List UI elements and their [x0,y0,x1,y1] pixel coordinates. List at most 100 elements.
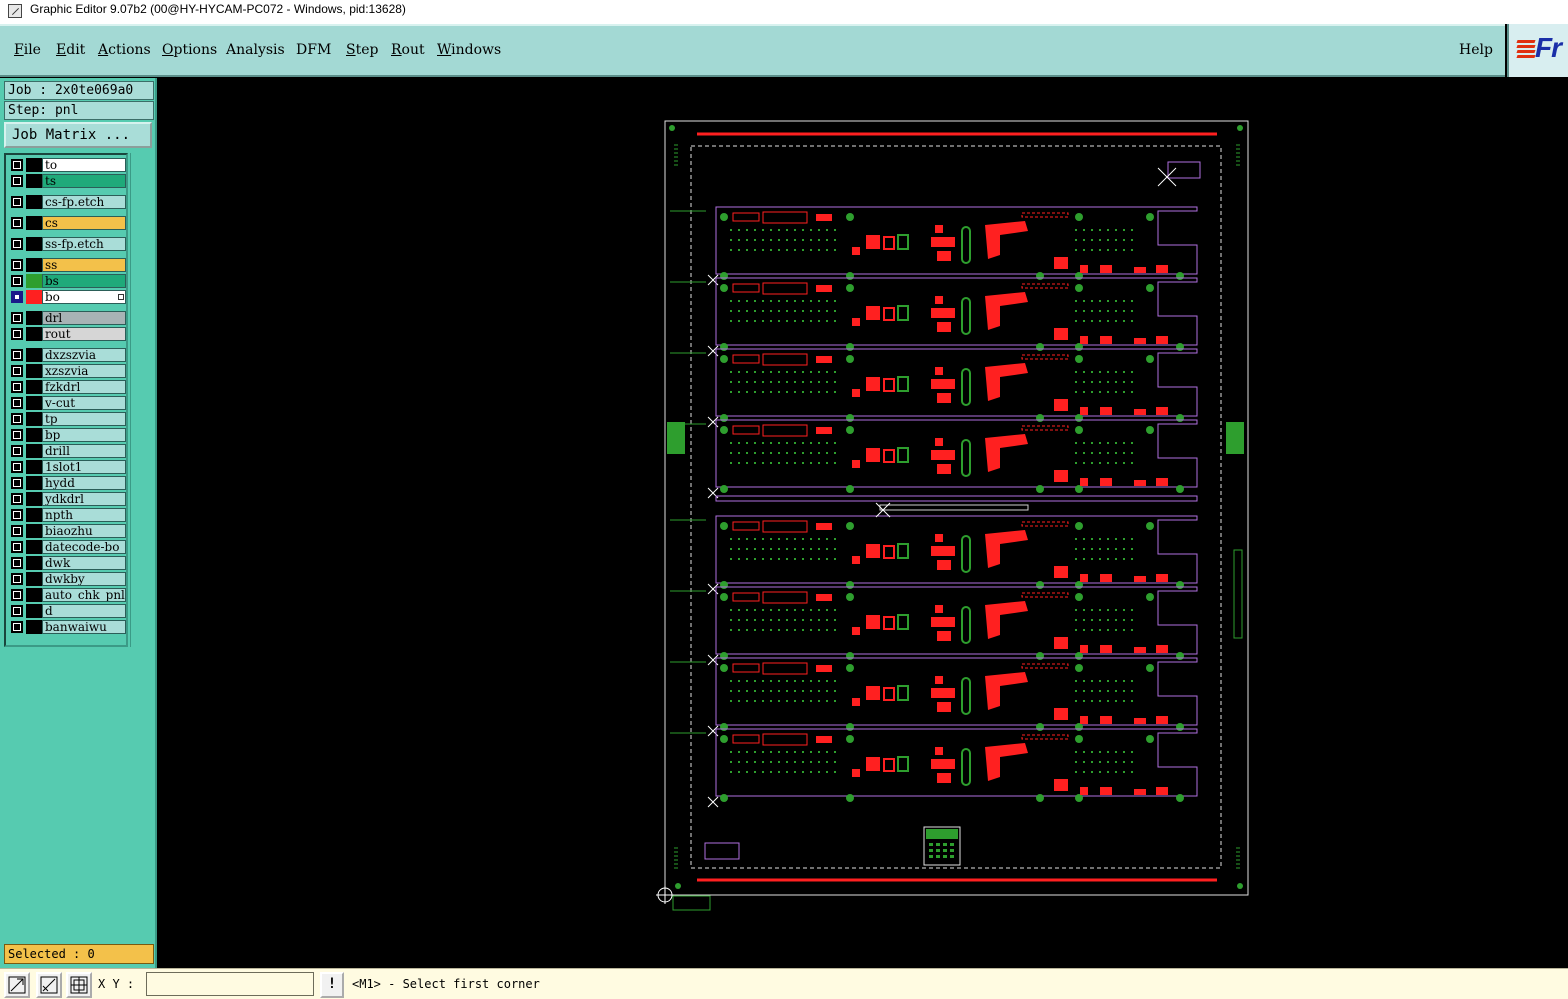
layer-row-datecode-bo[interactable]: datecode-bo [8,540,126,554]
layer-checkbox[interactable] [11,196,23,208]
layer-color-swatch[interactable] [26,311,42,325]
layer-name[interactable]: auto_chk_pnl [42,588,126,602]
layer-name[interactable]: cs-fp.etch [42,195,126,209]
layer-row-banwaiwu[interactable]: banwaiwu [8,620,126,634]
layer-checkbox[interactable] [11,605,23,617]
layer-color-swatch[interactable] [26,364,42,378]
measure-tool-button[interactable] [36,972,62,998]
layer-name[interactable]: ts [42,174,126,188]
layer-checkbox[interactable] [11,621,23,633]
layer-row-to[interactable]: to [8,158,126,172]
layer-checkbox[interactable] [11,429,23,441]
layer-name[interactable]: d [42,604,126,618]
menu-analysis[interactable]: Analysis [226,42,285,58]
layer-color-swatch[interactable] [26,237,42,251]
layer-row-bo[interactable]: bo [8,290,126,304]
layer-name[interactable]: bo [42,290,126,304]
layer-checkbox[interactable] [11,275,23,287]
menu-options[interactable]: Options [162,42,217,58]
layer-name[interactable]: npth [42,508,126,522]
layer-name[interactable]: dwk [42,556,126,570]
layer-color-swatch[interactable] [26,540,42,554]
layer-checkbox[interactable] [11,589,23,601]
layer-row-cs-fp.etch[interactable]: cs-fp.etch [8,195,126,209]
layer-name[interactable]: drill [42,444,126,458]
layer-color-swatch[interactable] [26,492,42,506]
layer-name[interactable]: rout [42,327,126,341]
layer-color-swatch[interactable] [26,348,42,362]
layer-name[interactable]: tp [42,412,126,426]
layer-checkbox[interactable] [11,413,23,425]
layer-color-swatch[interactable] [26,572,42,586]
layer-color-swatch[interactable] [26,604,42,618]
layer-row-rout[interactable]: rout [8,327,126,341]
layer-row-ts[interactable]: ts [8,174,126,188]
layer-checkbox[interactable] [11,238,23,250]
layer-row-ss-fp.etch[interactable]: ss-fp.etch [8,237,126,251]
layer-color-swatch[interactable] [26,195,42,209]
layer-row-ydkdrl[interactable]: ydkdrl [8,492,126,506]
menu-rout[interactable]: Rout [391,42,425,58]
graphic-canvas[interactable] [157,78,1568,968]
layer-name[interactable]: drl [42,311,126,325]
layer-color-swatch[interactable] [26,158,42,172]
layer-checkbox[interactable] [11,312,23,324]
layer-checkbox[interactable] [11,525,23,537]
layer-name[interactable]: banwaiwu [42,620,126,634]
layer-checkbox[interactable] [11,175,23,187]
layer-color-swatch[interactable] [26,588,42,602]
layer-name[interactable]: dwkby [42,572,126,586]
layer-color-swatch[interactable] [26,380,42,394]
layer-checkbox[interactable] [11,541,23,553]
layer-color-swatch[interactable] [26,327,42,341]
layer-row-auto_chk_pnl[interactable]: auto_chk_pnl [8,588,126,602]
layer-row-dwkby[interactable]: dwkby [8,572,126,586]
layer-color-swatch[interactable] [26,460,42,474]
layer-color-swatch[interactable] [26,216,42,230]
layer-checkbox[interactable] [11,159,23,171]
layer-row-cs[interactable]: cs [8,216,126,230]
layer-checkbox[interactable] [11,349,23,361]
layer-checkbox[interactable] [11,291,23,303]
layer-row-drill[interactable]: drill [8,444,126,458]
menu-edit[interactable]: Edit [56,42,85,58]
layer-name[interactable]: v-cut [42,396,126,410]
layer-checkbox[interactable] [11,573,23,585]
layer-color-swatch[interactable] [26,476,42,490]
layer-color-swatch[interactable] [26,556,42,570]
layer-color-swatch[interactable] [26,444,42,458]
layer-color-swatch[interactable] [26,174,42,188]
menu-actions[interactable]: Actions [98,42,151,58]
layer-checkbox[interactable] [11,381,23,393]
layer-row-ss[interactable]: ss [8,258,126,272]
layer-checkbox[interactable] [11,397,23,409]
layer-row-dxzszvia[interactable]: dxzszvia [8,348,126,362]
layer-name[interactable]: hydd [42,476,126,490]
layer-row-d[interactable]: d [8,604,126,618]
job-matrix-button[interactable]: Job Matrix ... [4,122,152,148]
xy-coordinate-input[interactable] [146,972,314,996]
layer-row-drl[interactable]: drl [8,311,126,325]
layer-name[interactable]: biaozhu [42,524,126,538]
layer-checkbox[interactable] [11,461,23,473]
layer-name[interactable]: ydkdrl [42,492,126,506]
layer-row-v-cut[interactable]: v-cut [8,396,126,410]
layer-name[interactable]: dxzszvia [42,348,126,362]
layer-name[interactable]: bs [42,274,126,288]
exclamation-button[interactable]: ! [320,972,344,998]
layer-row-bs[interactable]: bs [8,274,126,288]
menu-dfm[interactable]: DFM [296,42,331,58]
layer-row-tp[interactable]: tp [8,412,126,426]
layer-color-swatch[interactable] [26,620,42,634]
layer-row-fzkdrl[interactable]: fzkdrl [8,380,126,394]
layer-checkbox[interactable] [11,217,23,229]
layer-color-swatch[interactable] [26,412,42,426]
layer-row-xzszvia[interactable]: xzszvia [8,364,126,378]
layer-row-bp[interactable]: bp [8,428,126,442]
layer-checkbox[interactable] [11,328,23,340]
snap-grid-tool-button[interactable] [66,972,92,998]
layer-name[interactable]: 1slot1 [42,460,126,474]
menu-step[interactable]: Step [346,42,378,58]
menu-file[interactable]: File [14,42,41,58]
layer-checkbox[interactable] [11,493,23,505]
